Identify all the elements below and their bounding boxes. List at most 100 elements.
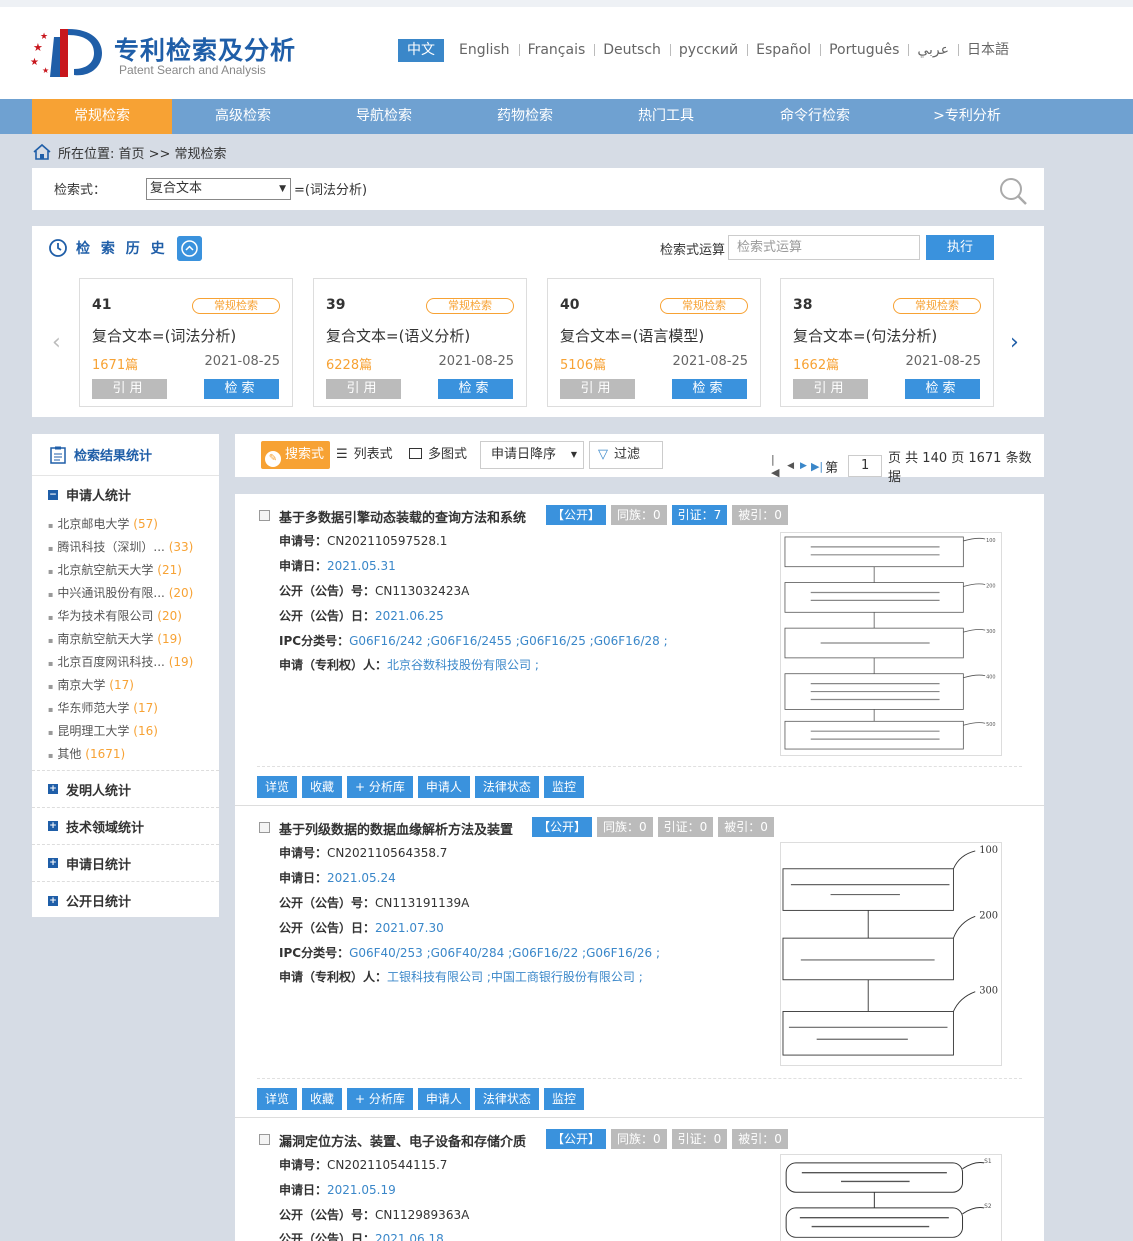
calc-input[interactable]: 检索式运算: [728, 235, 920, 260]
field-value[interactable]: 2021.06.25: [375, 609, 444, 623]
applicant-item[interactable]: 南京航空航天大学 (19): [48, 628, 219, 651]
field-label: 公开（公告）号：: [279, 584, 376, 598]
lang-pt[interactable]: Português: [820, 39, 910, 62]
field-value[interactable]: 工银科技有限公司 ;中国工商银行股份有限公司 ;: [387, 970, 643, 984]
lang-en[interactable]: English: [450, 39, 520, 62]
tech-field-stats-toggle[interactable]: + 技术领域统计: [32, 808, 219, 845]
nav-regular-search[interactable]: 常规检索: [32, 99, 172, 134]
applicant-stats-toggle[interactable]: − 申请人统计: [32, 476, 219, 513]
view-search-mode[interactable]: ✎ 搜索式: [261, 441, 331, 469]
lang-ar[interactable]: عربي: [908, 39, 959, 62]
nav-advanced-search[interactable]: 高级检索: [173, 99, 313, 134]
result-title[interactable]: 基于列级数据的数据血缘解析方法及装置: [279, 819, 513, 838]
select-checkbox[interactable]: [259, 1134, 270, 1145]
patent-figure-thumbnail[interactable]: S1 S2: [780, 1154, 1002, 1241]
applicant-item[interactable]: 南京大学 (17): [48, 674, 219, 697]
applicant-count: (19): [168, 655, 194, 669]
cite-button[interactable]: 引用: [92, 379, 167, 399]
search-expression[interactable]: =(词法分析): [294, 179, 367, 198]
result-title[interactable]: 基于多数据引擎动态装载的查询方法和系统: [279, 507, 526, 526]
detail-button[interactable]: 详览: [257, 776, 298, 798]
cite-button[interactable]: 引用: [326, 379, 401, 399]
view-list-mode[interactable]: ☰ 列表式: [336, 441, 393, 469]
cite-button[interactable]: 引用: [793, 379, 868, 399]
search-button[interactable]: 检索: [438, 379, 513, 399]
applicant-item[interactable]: 北京百度网讯科技... (19): [48, 651, 219, 674]
select-checkbox[interactable]: [259, 510, 270, 521]
field-value[interactable]: 2021.05.24: [327, 871, 396, 885]
history-next-icon[interactable]: ›: [1010, 330, 1019, 355]
pub-date-stats-toggle[interactable]: + 公开日统计: [32, 882, 219, 919]
citation-badge[interactable]: 引证：7: [671, 505, 728, 525]
applicant-item[interactable]: 昆明理工大学 (16): [48, 720, 219, 743]
collapse-toggle-icon[interactable]: [177, 236, 202, 261]
favorite-button[interactable]: 收藏: [302, 1088, 343, 1110]
sort-select[interactable]: 申请日降序 ▼: [480, 441, 584, 469]
app-date-stats-toggle[interactable]: + 申请日统计: [32, 845, 219, 882]
result-list: 基于多数据引擎动态装载的查询方法和系统 【公开】 同族：0 引证：7 被引：0 …: [235, 494, 1044, 1241]
field-value[interactable]: 2021.05.19: [327, 1183, 396, 1197]
view-image-mode[interactable]: 多图式: [409, 441, 467, 469]
patent-figure-thumbnail[interactable]: 100 200 300: [780, 842, 1002, 1066]
monitor-button[interactable]: 监控: [543, 1088, 584, 1110]
site-subtitle: Patent Search and Analysis: [119, 63, 266, 77]
legal-status-button[interactable]: 法律状态: [474, 1088, 539, 1110]
applicant-item[interactable]: 北京邮电大学 (57): [48, 513, 219, 536]
applicant-item[interactable]: 北京航空航天大学 (21): [48, 559, 219, 582]
family-badge: 同族：0: [611, 505, 667, 525]
monitor-button[interactable]: 监控: [543, 776, 584, 798]
nav-command-search[interactable]: 命令行检索: [745, 99, 885, 134]
field-value[interactable]: 2021.06.18: [375, 1232, 444, 1241]
field-value[interactable]: G06F16/242 ;G06F16/2455 ;G06F16/25 ;G06F…: [349, 634, 668, 648]
cite-button[interactable]: 引用: [560, 379, 635, 399]
field-value[interactable]: 2021.07.30: [375, 921, 444, 935]
breadcrumb-text: 所在位置: 首页 >> 常规检索: [58, 146, 227, 162]
lang-es[interactable]: Español: [747, 39, 821, 62]
lang-ru[interactable]: русский: [670, 39, 749, 62]
exec-button[interactable]: 执行: [926, 235, 994, 260]
applicant-item[interactable]: 其他 (1671): [48, 743, 219, 766]
search-icon[interactable]: [998, 176, 1028, 206]
add-analysis-button[interactable]: + 分析库: [347, 776, 413, 798]
search-button[interactable]: 检索: [204, 379, 279, 399]
search-button[interactable]: 检索: [905, 379, 980, 399]
nav-drug-search[interactable]: 药物检索: [455, 99, 595, 134]
patent-figure-thumbnail[interactable]: 100 200 300 400 500: [780, 532, 1002, 756]
applicant-item[interactable]: 中兴通讯股份有限... (20): [48, 582, 219, 605]
applicant-name: 北京邮电大学: [57, 517, 130, 531]
add-analysis-button[interactable]: + 分析库: [347, 1088, 413, 1110]
lang-fr[interactable]: Français: [519, 39, 595, 62]
select-checkbox[interactable]: [259, 822, 270, 833]
inventor-stats-toggle[interactable]: + 发明人统计: [32, 771, 219, 808]
next-page-icon[interactable]: ▶: [800, 461, 807, 471]
nav-patent-analysis[interactable]: >专利分析: [897, 99, 1037, 134]
site-title: 专利检索及分析: [114, 36, 297, 65]
svg-text:★: ★: [33, 41, 43, 54]
nav-navigation-search[interactable]: 导航检索: [314, 99, 454, 134]
lang-de[interactable]: Deutsch: [594, 39, 671, 62]
applicant-item[interactable]: 华为技术有限公司 (20): [48, 605, 219, 628]
lang-ja[interactable]: 日本語: [958, 39, 1018, 62]
first-page-icon[interactable]: |◀: [771, 453, 783, 479]
stats-header: 检索结果统计: [32, 434, 219, 476]
applicant-button[interactable]: 申请人: [417, 1088, 470, 1110]
prev-page-icon[interactable]: ◀: [787, 461, 794, 471]
search-type-select[interactable]: 复合文本 ▼: [146, 178, 291, 200]
last-page-icon[interactable]: ▶|: [811, 460, 823, 473]
applicant-button[interactable]: 申请人: [417, 776, 470, 798]
field-value[interactable]: 北京谷数科技股份有限公司 ;: [387, 658, 539, 672]
result-title[interactable]: 漏洞定位方法、装置、电子设备和存储介质: [279, 1131, 526, 1150]
lang-zh[interactable]: 中文: [398, 39, 444, 62]
filter-button[interactable]: ▽ 过滤: [589, 441, 663, 469]
search-button[interactable]: 检索: [672, 379, 747, 399]
history-prev-icon[interactable]: ‹: [52, 330, 61, 355]
applicant-item[interactable]: 华东师范大学 (17): [48, 697, 219, 720]
page-input[interactable]: 1: [848, 455, 883, 477]
detail-button[interactable]: 详览: [257, 1088, 298, 1110]
applicant-item[interactable]: 腾讯科技（深圳）... (33): [48, 536, 219, 559]
legal-status-button[interactable]: 法律状态: [474, 776, 539, 798]
field-value[interactable]: G06F40/253 ;G06F40/284 ;G06F16/22 ;G06F1…: [349, 946, 660, 960]
favorite-button[interactable]: 收藏: [302, 776, 343, 798]
nav-hot-tools[interactable]: 热门工具: [596, 99, 736, 134]
field-value[interactable]: 2021.05.31: [327, 559, 396, 573]
